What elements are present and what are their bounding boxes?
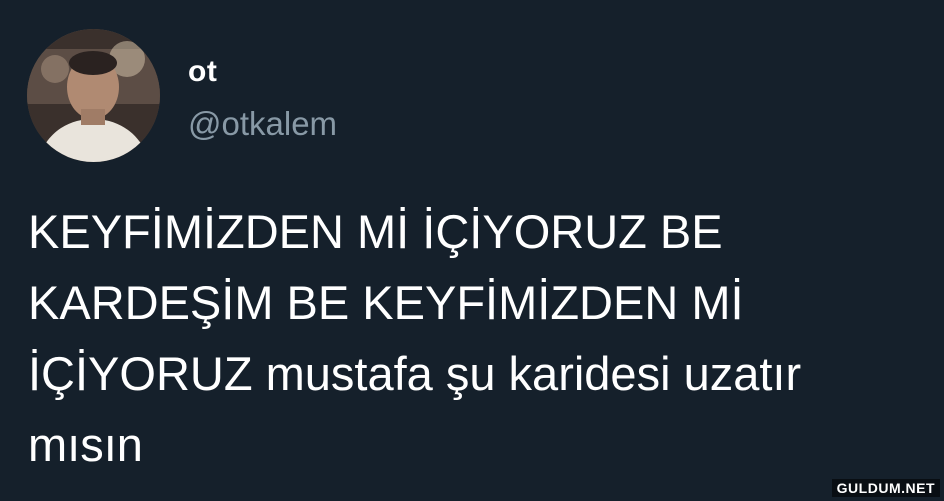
avatar[interactable] (27, 29, 160, 162)
watermark: GULDUM.NET (831, 479, 940, 497)
tweet-text: KEYFİMİZDEN Mİ İÇİYORUZ BE KARDEŞİM BE K… (28, 205, 802, 471)
tweet-card: ot @otkalem KEYFİMİZDEN Mİ İÇİYORUZ BE K… (0, 0, 944, 501)
display-name[interactable]: ot (188, 54, 217, 90)
profile-photo-icon (27, 29, 160, 162)
user-handle[interactable]: @otkalem (188, 104, 337, 144)
